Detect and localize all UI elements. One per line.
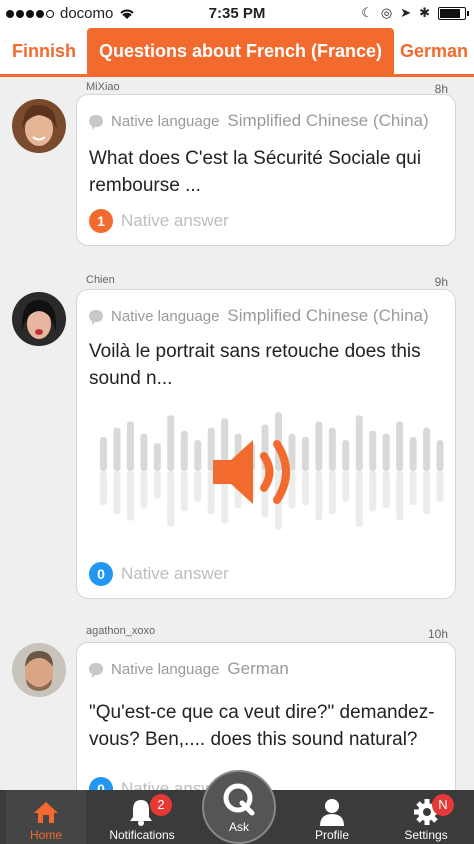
native-answer-row: 1 Native answer xyxy=(89,209,229,233)
speaker-icon[interactable] xyxy=(209,432,301,512)
question-q-icon xyxy=(223,783,255,816)
bottom-tab-bar: Home 2 Notifications Ask Profile N Setti… xyxy=(0,770,474,844)
bluetooth-icon: ✱ xyxy=(419,5,430,20)
wave-bar xyxy=(153,443,161,471)
username[interactable]: MiXiao xyxy=(86,81,120,93)
location-icon: ➤ xyxy=(400,5,412,20)
wave-bar xyxy=(369,430,377,471)
native-language-row: Native language German xyxy=(89,659,289,679)
tab-profile-label: Profile xyxy=(314,828,349,842)
answer-count-badge: 1 xyxy=(89,209,113,233)
tab-finnish[interactable]: Finnish xyxy=(12,28,76,74)
status-bar: docomo 7:35 PM ☾ ◎ ➤ ✱ xyxy=(0,0,474,28)
post-time: 9h xyxy=(434,275,448,289)
wave-bar xyxy=(355,415,363,471)
lock-rotation-icon: ◎ xyxy=(380,5,393,20)
wave-bar xyxy=(113,427,121,471)
wave-bar xyxy=(194,440,202,471)
tab-settings-label: Settings xyxy=(404,828,448,842)
question-card[interactable]: Native language German "Qu'est-ce que ca… xyxy=(76,642,456,790)
native-answer-row: 0 Native answer xyxy=(89,562,229,586)
wave-bar-reflection xyxy=(167,471,175,527)
username[interactable]: agathon_xoxo xyxy=(86,625,155,637)
wave-bar-reflection xyxy=(436,471,444,502)
wave-bar xyxy=(315,421,323,471)
language-tabs: Finnish Questions about French (France) … xyxy=(0,28,474,77)
wave-bar-reflection xyxy=(315,471,323,521)
notifications-badge: 2 xyxy=(150,794,172,816)
wave-bar-reflection xyxy=(113,471,121,515)
wave-bar-reflection xyxy=(396,471,404,521)
ask-button[interactable]: Ask xyxy=(202,770,276,844)
question-text: Voilà le portrait sans retouche does thi… xyxy=(89,341,421,389)
question-feed[interactable]: MiXiao 8h Native language Simplified Chi… xyxy=(0,77,474,790)
native-language-label: Native language xyxy=(111,307,220,325)
native-language-label: Native language xyxy=(111,660,220,678)
wave-bar xyxy=(328,427,336,471)
question-card[interactable]: Native language Simplified Chinese (Chin… xyxy=(76,289,456,599)
wave-bar xyxy=(436,440,444,471)
wave-bar-reflection xyxy=(382,471,390,509)
chat-bubble-icon xyxy=(89,663,103,678)
question-text: What does C'est la Sécurité Sociale qui … xyxy=(89,148,422,196)
native-language-label: Native language xyxy=(111,112,220,130)
wave-bar-reflection xyxy=(423,471,431,515)
native-language-row: Native language Simplified Chinese (Chin… xyxy=(89,111,429,131)
wave-bar-reflection xyxy=(194,471,202,502)
avatar[interactable] xyxy=(12,643,66,697)
home-icon xyxy=(34,802,58,823)
wave-bar-reflection xyxy=(355,471,363,527)
answer-count-badge: 0 xyxy=(89,562,113,586)
wave-bar-reflection xyxy=(100,471,107,506)
native-language-row: Native language Simplified Chinese (Chin… xyxy=(89,306,429,326)
status-right: ☾ ◎ ➤ ✱ xyxy=(361,5,469,21)
moon-icon: ☾ xyxy=(361,5,373,20)
username[interactable]: Chien xyxy=(86,274,115,286)
post-time: 10h xyxy=(427,627,448,641)
avatar[interactable] xyxy=(12,99,66,153)
language-name: Simplified Chinese (China) xyxy=(227,111,429,130)
wave-bar-reflection xyxy=(369,471,377,512)
tab-home[interactable]: Home xyxy=(6,790,86,844)
language-name: German xyxy=(227,659,289,678)
native-answer-label: Native answer xyxy=(121,564,229,583)
wave-bar xyxy=(396,421,404,471)
tab-notifications-label: Notifications xyxy=(109,828,175,842)
wave-bar xyxy=(140,433,148,471)
avatar[interactable] xyxy=(12,292,66,346)
native-answer-label: Native answer xyxy=(121,211,229,230)
wave-bar-reflection xyxy=(180,471,188,512)
wave-bar-reflection xyxy=(301,471,309,506)
tab-german[interactable]: German xyxy=(400,28,468,74)
question-card[interactable]: Native language Simplified Chinese (Chin… xyxy=(76,94,456,246)
question-text: "Qu'est-ce que ca veut dire?" demandez-v… xyxy=(89,702,435,750)
wave-bar-reflection xyxy=(126,471,134,521)
ask-label: Ask xyxy=(228,820,249,834)
wave-bar-reflection xyxy=(342,471,350,502)
tab-french-france[interactable]: Questions about French (France) xyxy=(87,28,395,74)
language-name: Simplified Chinese (China) xyxy=(227,306,429,325)
wave-bar-reflection xyxy=(140,471,148,509)
wave-bar xyxy=(409,436,417,471)
wave-bar-reflection xyxy=(153,471,161,499)
wave-bar xyxy=(100,436,107,471)
wave-bar xyxy=(126,421,134,471)
wave-bar xyxy=(167,415,175,471)
battery-icon xyxy=(438,6,469,20)
wave-bar xyxy=(180,430,188,471)
chat-bubble-icon xyxy=(89,115,103,130)
chat-bubble-icon xyxy=(89,310,103,325)
wave-bar-reflection xyxy=(328,471,336,515)
wave-bar xyxy=(301,436,309,471)
answer-count-badge: 0 xyxy=(89,777,113,790)
wave-bar xyxy=(382,433,390,471)
profile-icon xyxy=(320,799,344,826)
settings-badge: N xyxy=(432,794,454,816)
wave-bar xyxy=(342,440,350,471)
wave-bar xyxy=(423,427,431,471)
tab-home-label: Home xyxy=(29,828,62,842)
wave-bar-reflection xyxy=(409,471,417,506)
